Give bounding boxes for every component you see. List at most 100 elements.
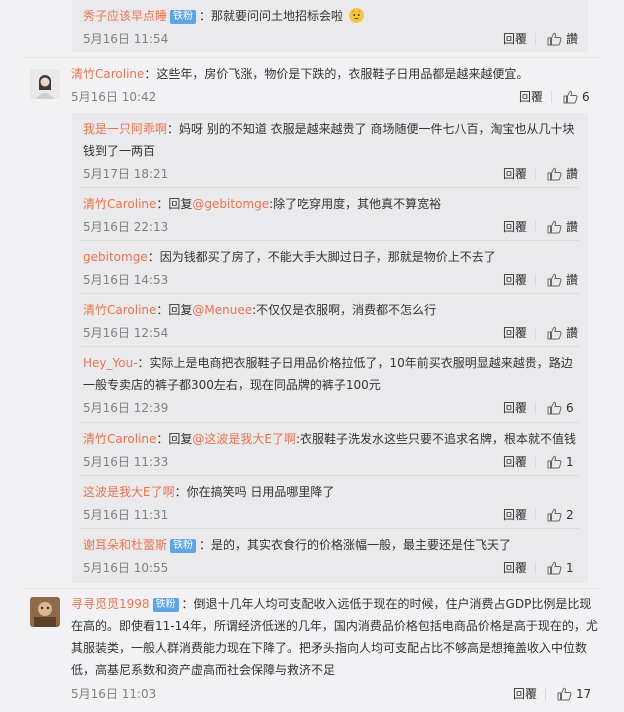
sub-comment-text-cont: 一般专卖店的裤子都300左右，现在同品牌的裤子100元: [83, 378, 381, 392]
comment-text-cont: 在高的。即使看11-14年，所谓经济低迷的几年，国内消费品价格包括电商品价格是高…: [71, 619, 598, 633]
like-button[interactable]: 6: [563, 89, 590, 105]
like-button[interactable]: 讚: [547, 166, 578, 182]
thumbs-up-icon: [547, 220, 562, 234]
emoji-icon: [348, 8, 364, 23]
sub-comment-text: 清竹Caroline：回复@这波是我大E了啊:衣服鞋子洗发水这些只要不追求名牌，…: [83, 432, 577, 446]
username-link[interactable]: 这波是我大E了啊: [83, 485, 175, 499]
reply-button[interactable]: 回覆: [503, 560, 527, 576]
avatar[interactable]: [30, 69, 60, 99]
divider: [535, 221, 536, 233]
divider: [535, 274, 536, 286]
like-button[interactable]: 讚: [547, 325, 578, 341]
like-button[interactable]: 1: [547, 454, 574, 470]
thumbs-up-icon: [547, 455, 562, 469]
separator: [80, 293, 580, 294]
fan-badge: 铁粉: [170, 539, 197, 553]
divider: [551, 91, 552, 103]
comment-text: ：那就要问问土地招标会啦: [199, 9, 344, 23]
reply-button[interactable]: 回覆: [503, 166, 527, 182]
divider: [535, 456, 536, 468]
like-button[interactable]: 讚: [547, 272, 578, 288]
avatar[interactable]: [30, 597, 60, 627]
reply-button[interactable]: 回覆: [513, 686, 537, 702]
sub-comment-text: 秀子应该早点睡 铁粉 ：那就要问问土地招标会啦: [83, 6, 364, 26]
mention-link[interactable]: @gebitomge: [192, 197, 269, 211]
username-link[interactable]: 清竹Caroline: [71, 67, 144, 81]
thumbs-up-icon: [547, 561, 562, 575]
reply-button[interactable]: 回覆: [503, 219, 527, 235]
comment-text-cont: 其服装类，一般人群消费能力现在下降了。把矛头指向人均可支配占比不够高是想掩盖收入…: [71, 641, 588, 655]
fan-badge: 铁粉: [170, 10, 197, 24]
separator: [80, 240, 580, 241]
username-link[interactable]: Hey_You-: [83, 356, 138, 370]
divider: [535, 402, 536, 414]
like-button[interactable]: 17: [557, 686, 591, 702]
comment-date: 5月17日 18:21: [83, 167, 169, 181]
sub-comment-text: 清竹Caroline：回复@Menuee:不仅仅是衣服啊，消费都不怎么行: [83, 303, 437, 317]
reply-button[interactable]: 回覆: [519, 89, 543, 105]
separator: [80, 346, 580, 347]
comment-text-cont: 低，高基尼系数和资产虚高而社会保障与救济不足: [71, 663, 336, 677]
comment-date: 5月16日 11:54: [83, 32, 169, 46]
comment-text: 清竹Caroline：这些年，房价飞涨，物价是下跌的，衣服鞋子日用品都是越来越便…: [71, 67, 529, 81]
divider: [535, 168, 536, 180]
mention-link[interactable]: @这波是我大E了啊: [192, 432, 296, 446]
username-link[interactable]: 清竹Caroline: [83, 432, 156, 446]
sub-comment-text-cont: 钱到了一两百: [83, 144, 156, 158]
thumbs-up-icon: [563, 90, 578, 104]
reply-button[interactable]: 回覆: [503, 400, 527, 416]
comment-date: 5月16日 11:31: [83, 508, 169, 522]
comment-text: 寻寻觅觅1998 铁粉 ：倒退十几年人均可支配收入远低于现在的时候，住户消费占GDP…: [71, 597, 592, 612]
separator: [80, 422, 580, 423]
thumbs-up-icon: [547, 401, 562, 415]
like-button[interactable]: 1: [547, 560, 574, 576]
comment-date: 5月16日 10:42: [71, 90, 157, 104]
thumbs-up-icon: [547, 508, 562, 522]
sub-comment-text: 这波是我大E了啊：你在搞笑吗 日用品哪里降了: [83, 485, 335, 499]
divider: [535, 327, 536, 339]
sub-comment-text: 清竹Caroline：回复@gebitomge:除了吃穿用度，其他真不算宽裕: [83, 197, 442, 211]
comment-date: 5月16日 12:54: [83, 326, 169, 340]
separator: [80, 528, 580, 529]
separator: [22, 588, 602, 589]
sub-comment-text: Hey_You-：实际上是电商把衣服鞋子日用品价格拉低了，10年前买衣服明显越来…: [83, 356, 573, 370]
reply-button[interactable]: 回覆: [503, 507, 527, 523]
like-button[interactable]: 讚: [547, 219, 578, 235]
divider: [535, 33, 536, 45]
separator: [80, 187, 580, 188]
username-link[interactable]: 我是一只阿乖啊: [83, 122, 167, 136]
thumbs-up-icon: [557, 687, 572, 701]
divider: [545, 688, 546, 700]
comment-date: 5月16日 10:55: [83, 561, 169, 575]
separator: [80, 475, 580, 476]
comment-date: 5月16日 11:33: [83, 455, 169, 469]
reply-button[interactable]: 回覆: [503, 454, 527, 470]
thumbs-up-icon: [547, 32, 562, 46]
fan-badge: 铁粉: [152, 598, 179, 612]
comment-date: 5月16日 12:39: [83, 401, 169, 415]
comment-date: 5月16日 14:53: [83, 273, 169, 287]
sub-comment-text: gebitomge：因为钱都买了房了，不能大手大脚过日子，那就是物价上不去了: [83, 250, 496, 264]
username-link[interactable]: 秀子应该早点睡: [83, 9, 167, 23]
username-link[interactable]: 清竹Caroline: [83, 197, 156, 211]
username-link[interactable]: gebitomge: [83, 250, 148, 264]
comment-date: 5月16日 22:13: [83, 220, 169, 234]
sub-comment-text: 我是一只阿乖啊：妈呀 别的不知道 衣服是越来越贵了 商场随便一件七八百，淘宝也从…: [83, 122, 575, 136]
divider: [535, 562, 536, 574]
separator: [22, 57, 602, 58]
username-link[interactable]: 谢耳朵和杜蕾斯: [83, 538, 167, 552]
sub-comment-text: 谢耳朵和杜蕾斯 铁粉 ：是的，其实衣食行的价格涨幅一般，最主要还是住飞天了: [83, 538, 512, 553]
username-link[interactable]: 清竹Caroline: [83, 303, 156, 317]
reply-button[interactable]: 回覆: [503, 272, 527, 288]
comment-date: 5月16日 11:03: [71, 687, 157, 701]
thumbs-up-icon: [547, 273, 562, 287]
like-button[interactable]: 2: [547, 507, 574, 523]
username-link[interactable]: 寻寻觅觅1998: [71, 597, 150, 611]
like-button[interactable]: 讚: [547, 31, 578, 47]
thumbs-up-icon: [547, 326, 562, 340]
divider: [535, 509, 536, 521]
reply-button[interactable]: 回覆: [503, 325, 527, 341]
reply-button[interactable]: 回覆: [503, 31, 527, 47]
like-button[interactable]: 6: [547, 400, 574, 416]
mention-link[interactable]: @Menuee: [192, 303, 252, 317]
